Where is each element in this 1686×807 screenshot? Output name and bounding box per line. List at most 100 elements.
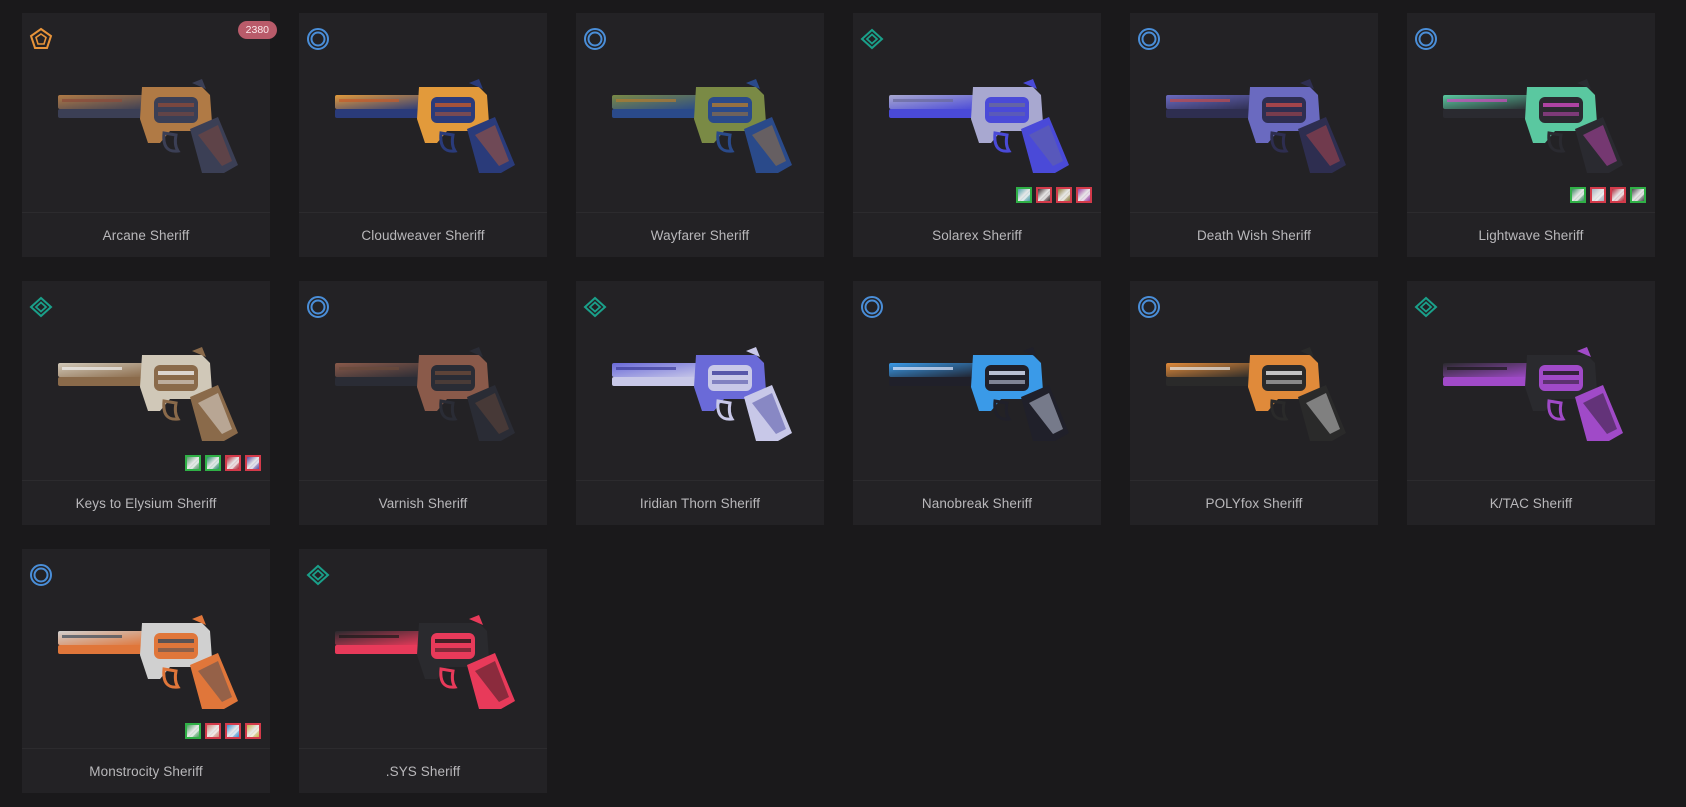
deluxe-tier-icon [860, 295, 884, 319]
skin-card[interactable]: .SYS Sheriff [299, 549, 547, 793]
skin-image-area [299, 281, 547, 481]
premium-tier-icon [306, 563, 330, 587]
skin-image-area [1407, 13, 1655, 213]
sheriff-weapon-image [1160, 341, 1350, 451]
skin-card[interactable]: POLYfox Sheriff [1130, 281, 1378, 525]
sheriff-weapon-image [1437, 341, 1627, 451]
variant-swatch[interactable] [1076, 187, 1092, 203]
variant-swatch[interactable] [1036, 187, 1052, 203]
variant-swatches [185, 455, 261, 471]
variant-swatch[interactable] [225, 723, 241, 739]
skin-name: Wayfarer Sheriff [650, 227, 750, 243]
deluxe-tier-icon [306, 295, 330, 319]
skin-image-area [576, 281, 824, 481]
sheriff-weapon-image [883, 73, 1073, 183]
variant-swatch[interactable] [205, 723, 221, 739]
skin-name: Nanobreak Sheriff [921, 495, 1033, 511]
premium-tier-icon [583, 295, 607, 319]
skin-name: POLYfox Sheriff [1205, 495, 1303, 511]
skin-card[interactable]: Wayfarer Sheriff [576, 13, 824, 257]
premium-tier-icon [860, 27, 884, 51]
variant-swatch[interactable] [1590, 187, 1606, 203]
skin-card[interactable]: Nanobreak Sheriff [853, 281, 1101, 525]
deluxe-tier-icon [29, 563, 53, 587]
skin-card[interactable]: K/TAC Sheriff [1407, 281, 1655, 525]
skin-grid: 2380 Arcane Sheriff Cloudweaver Sheriff … [0, 0, 1655, 793]
skin-image-area [1130, 281, 1378, 481]
sheriff-weapon-image [606, 341, 796, 451]
variant-swatches [185, 723, 261, 739]
skin-name-bar: Arcane Sheriff [22, 212, 270, 257]
skin-name: Keys to Elysium Sheriff [75, 495, 217, 511]
sheriff-weapon-image [52, 609, 242, 719]
exclusive-tier-icon [29, 27, 53, 51]
sheriff-weapon-image [606, 73, 796, 183]
variant-swatch[interactable] [185, 455, 201, 471]
variant-swatch[interactable] [245, 455, 261, 471]
skin-name: .SYS Sheriff [385, 763, 461, 779]
skin-name: Monstrocity Sheriff [89, 763, 203, 779]
skin-name: Lightwave Sheriff [1478, 227, 1584, 243]
skin-image-area [22, 281, 270, 481]
skin-name-bar: Keys to Elysium Sheriff [22, 480, 270, 525]
skin-name-bar: POLYfox Sheriff [1130, 480, 1378, 525]
sheriff-weapon-image [52, 73, 242, 183]
sheriff-weapon-image [1437, 73, 1627, 183]
sheriff-weapon-image [52, 341, 242, 451]
skin-name-bar: Solarex Sheriff [853, 212, 1101, 257]
variant-swatch[interactable] [245, 723, 261, 739]
skin-card[interactable]: Varnish Sheriff [299, 281, 547, 525]
skin-image-area [853, 281, 1101, 481]
sheriff-weapon-image [329, 341, 519, 451]
variant-swatch[interactable] [1056, 187, 1072, 203]
skin-image-area [576, 13, 824, 213]
variant-swatch[interactable] [1630, 187, 1646, 203]
skin-name-bar: Iridian Thorn Sheriff [576, 480, 824, 525]
skin-name: Cloudweaver Sheriff [361, 227, 485, 243]
sheriff-weapon-image [883, 341, 1073, 451]
skin-image-area [1130, 13, 1378, 213]
skin-card[interactable]: Death Wish Sheriff [1130, 13, 1378, 257]
skin-image-area [299, 13, 547, 213]
skin-name-bar: Nanobreak Sheriff [853, 480, 1101, 525]
skin-card[interactable]: Keys to Elysium Sheriff [22, 281, 270, 525]
deluxe-tier-icon [583, 27, 607, 51]
skin-image-area: 2380 [22, 13, 277, 213]
deluxe-tier-icon [1137, 295, 1161, 319]
skin-name: K/TAC Sheriff [1489, 495, 1573, 511]
skin-image-area [853, 13, 1101, 213]
skin-name: Death Wish Sheriff [1196, 227, 1312, 243]
skin-card[interactable]: Cloudweaver Sheriff [299, 13, 547, 257]
sheriff-weapon-image [329, 73, 519, 183]
skin-image-area [299, 549, 547, 749]
skin-card[interactable]: Monstrocity Sheriff [22, 549, 270, 793]
deluxe-tier-icon [1414, 27, 1438, 51]
skin-name-bar: Lightwave Sheriff [1407, 212, 1655, 257]
skin-image-area [1407, 281, 1655, 481]
skin-name-bar: Death Wish Sheriff [1130, 212, 1378, 257]
skin-name: Iridian Thorn Sheriff [639, 495, 761, 511]
premium-tier-icon [29, 295, 53, 319]
variant-swatch[interactable] [1610, 187, 1626, 203]
skin-name-bar: Varnish Sheriff [299, 480, 547, 525]
variant-swatch[interactable] [1570, 187, 1586, 203]
variant-swatches [1016, 187, 1092, 203]
variant-swatch[interactable] [185, 723, 201, 739]
deluxe-tier-icon [1137, 27, 1161, 51]
skin-name-bar: Wayfarer Sheriff [576, 212, 824, 257]
skin-name-bar: Cloudweaver Sheriff [299, 212, 547, 257]
skin-card[interactable]: 2380 Arcane Sheriff [22, 13, 277, 257]
deluxe-tier-icon [306, 27, 330, 51]
variant-swatches [1570, 187, 1646, 203]
skin-card[interactable]: Lightwave Sheriff [1407, 13, 1655, 257]
variant-swatch[interactable] [225, 455, 241, 471]
price-badge: 2380 [237, 21, 277, 39]
variant-swatch[interactable] [1016, 187, 1032, 203]
skin-name: Arcane Sheriff [102, 227, 190, 243]
skin-name: Varnish Sheriff [378, 495, 468, 511]
sheriff-weapon-image [1160, 73, 1350, 183]
variant-swatch[interactable] [205, 455, 221, 471]
skin-card[interactable]: Iridian Thorn Sheriff [576, 281, 824, 525]
skin-name-bar: Monstrocity Sheriff [22, 748, 270, 793]
skin-card[interactable]: Solarex Sheriff [853, 13, 1101, 257]
